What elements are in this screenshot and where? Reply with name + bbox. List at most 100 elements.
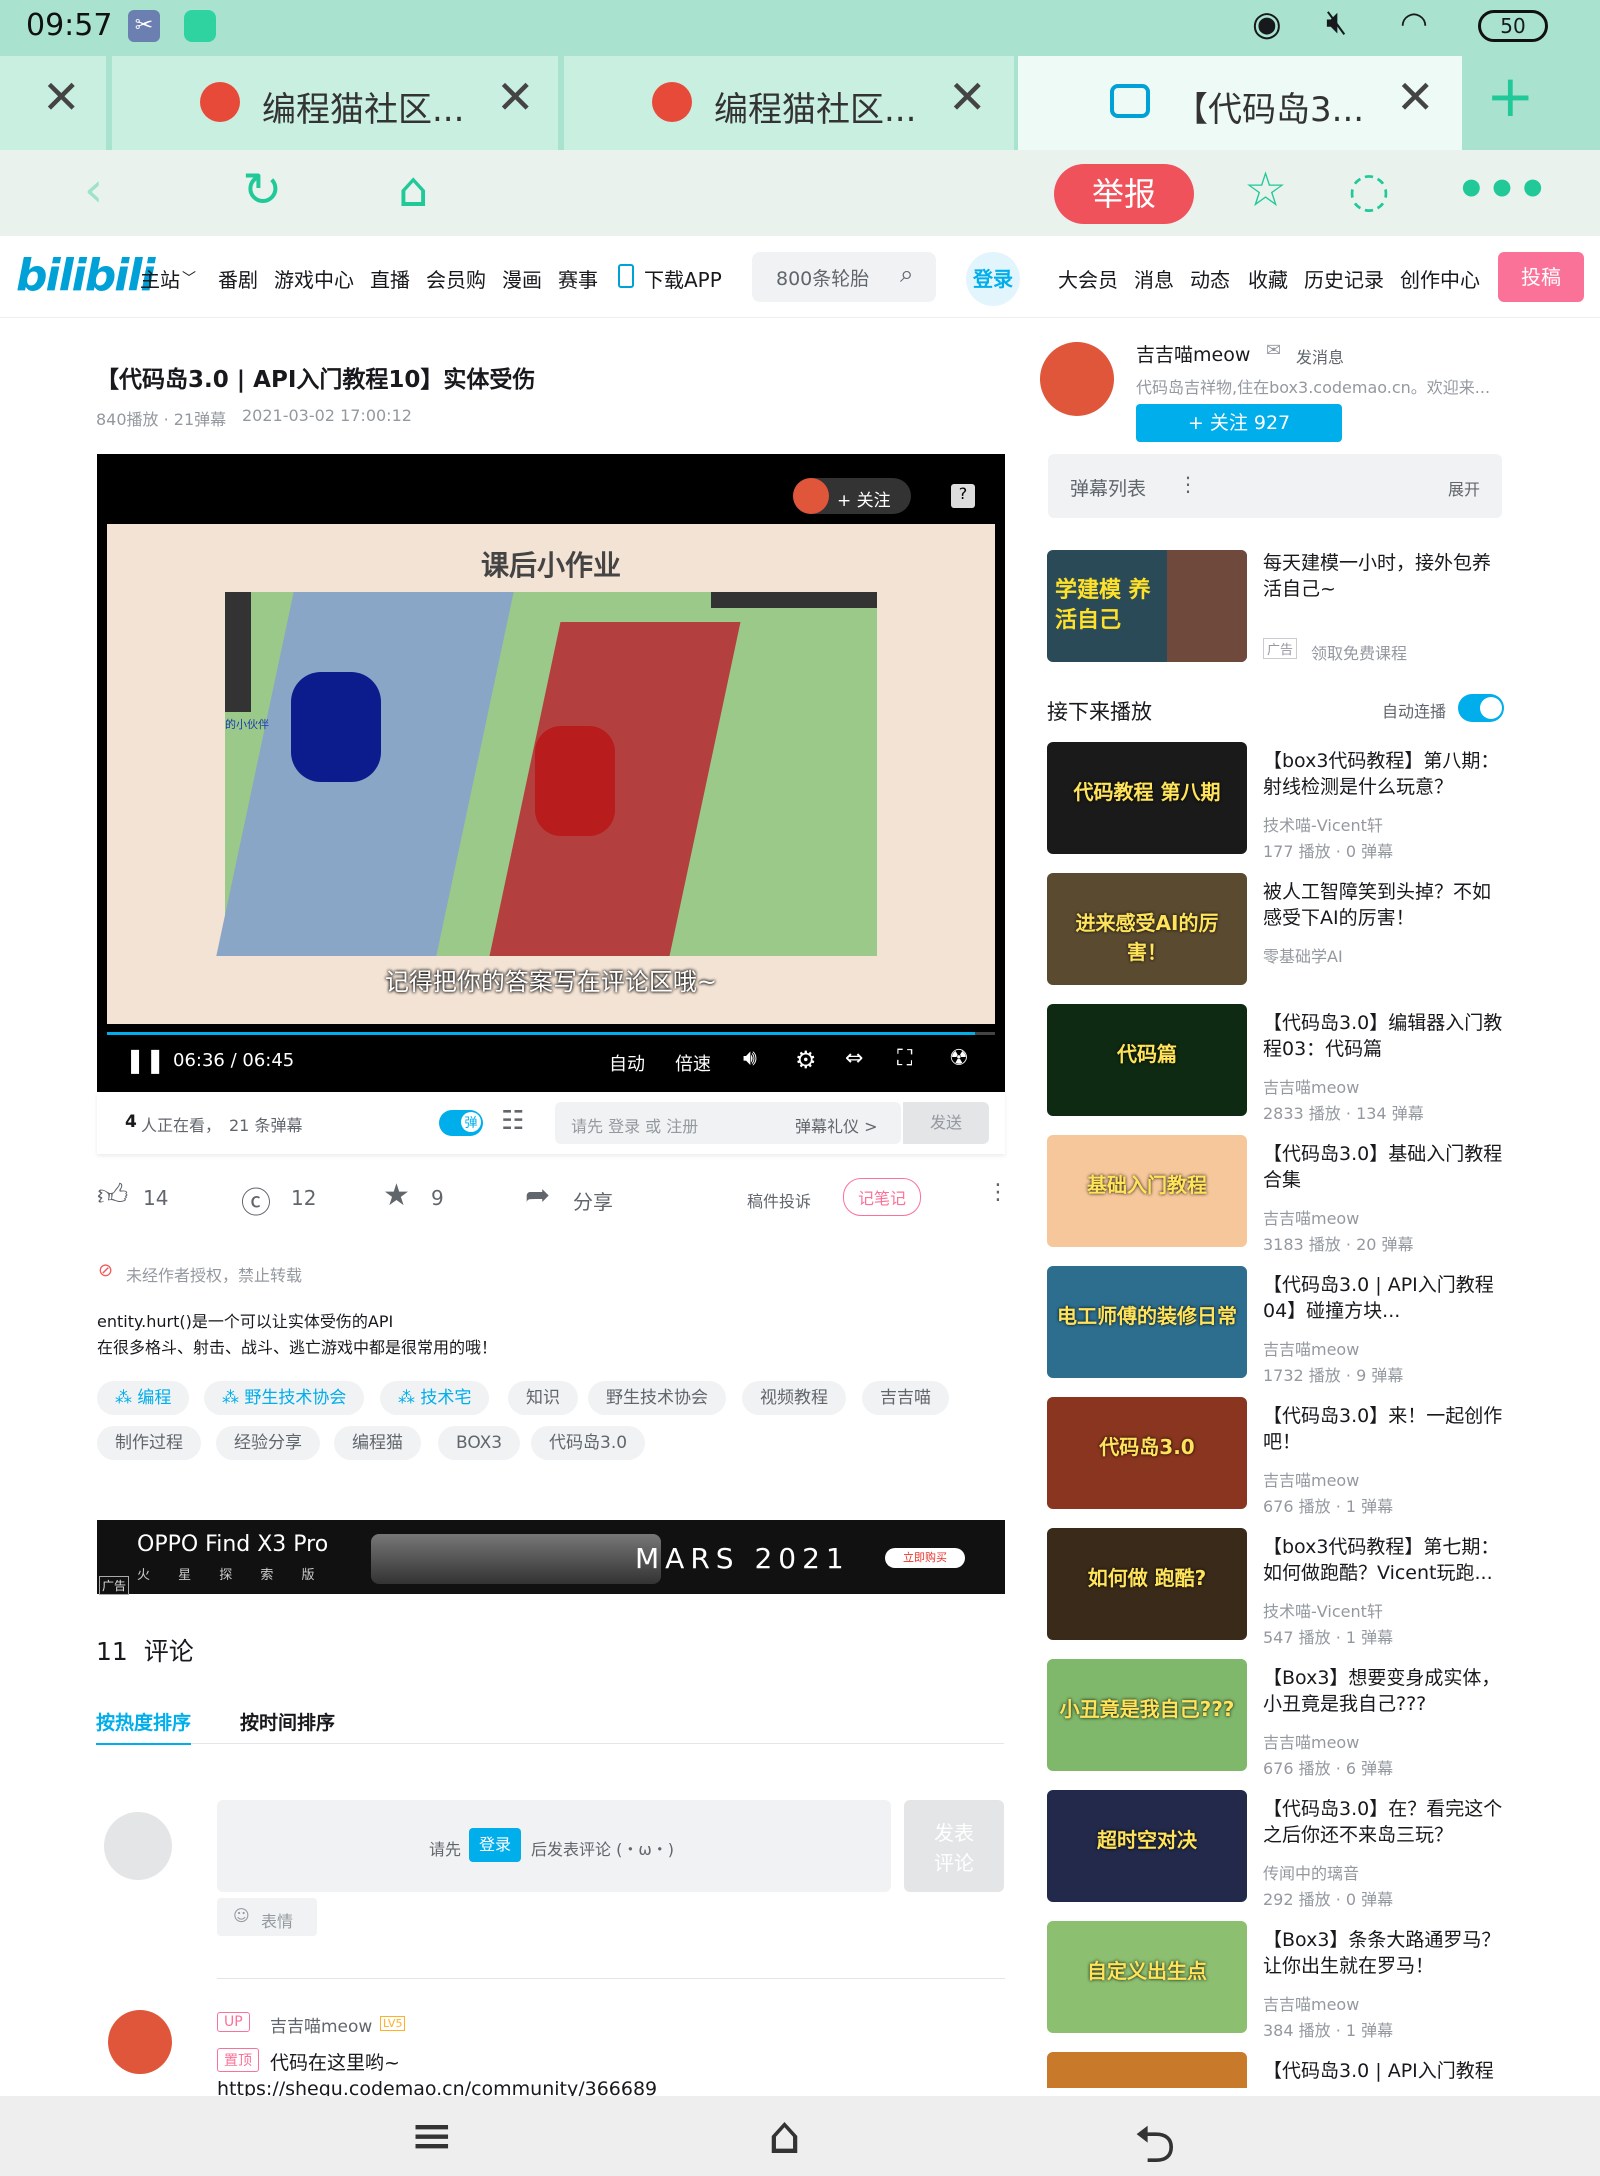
upload-button[interactable]: 投稿 (1498, 252, 1584, 302)
recommend-item[interactable]: 电工师傅的装修日常 【代码岛3.0 | API入门教程04】碰撞方块... 吉吉喵m… (1047, 1266, 1507, 1385)
volume-icon[interactable]: 🔊︎ (743, 1046, 757, 1071)
recommend-author[interactable]: 吉吉喵meow (1263, 1991, 1359, 2015)
pause-icon[interactable]: ❚❚ (125, 1046, 165, 1074)
tag-item[interactable]: ⁂ 编程 (97, 1381, 190, 1415)
player-follow-button[interactable]: + 关注 (793, 478, 911, 514)
search-input[interactable]: 800条轮胎 (776, 264, 869, 291)
nav-right-messages[interactable]: 消息 (1134, 264, 1174, 293)
new-tab-icon[interactable]: + (1486, 62, 1535, 130)
note-button[interactable]: 记笔记 (843, 1178, 922, 1216)
avatar[interactable] (108, 2010, 172, 2074)
danmaku-send-button[interactable]: 发送 (903, 1102, 989, 1144)
home-icon[interactable]: ⌂ (398, 162, 428, 218)
comment-input[interactable]: 请先 登录 后发表评论 (・ω・) (217, 1800, 891, 1892)
tab-codemao-2[interactable]: 编程猫社区... ✕ (564, 56, 1014, 150)
recommend-author[interactable]: 吉吉喵meow (1263, 1074, 1359, 1098)
more-icon[interactable]: ⋮ (1178, 472, 1198, 496)
web-fullscreen-icon[interactable]: ⛶ (897, 1046, 912, 1071)
home-icon[interactable]: ⌂ (768, 2106, 801, 2166)
more-icon[interactable]: ••• (1456, 162, 1548, 218)
recommend-author[interactable]: 吉吉喵meow (1263, 1467, 1359, 1491)
report-button[interactable]: 举报 (1054, 164, 1194, 224)
recommend-author[interactable]: 吉吉喵meow (1263, 1729, 1359, 1753)
recommend-author[interactable]: 零基础学AI (1263, 943, 1343, 967)
recommend-author[interactable]: 吉吉喵meow (1263, 1205, 1359, 1229)
nav-right-creator[interactable]: 创作中心 (1400, 264, 1480, 293)
ad-buy-button[interactable]: 立即购买 (885, 1548, 965, 1568)
tag-item[interactable]: ⁂ 野生技术协会 (204, 1381, 365, 1415)
tag-item[interactable]: 经验分享 (216, 1426, 320, 1460)
login-button[interactable]: 登录 (966, 252, 1020, 306)
back-icon[interactable]: ‹ (84, 162, 103, 218)
recommend-author[interactable]: 传闻中的璃音 (1263, 1860, 1359, 1884)
uploader-avatar[interactable] (1040, 342, 1114, 416)
nav-right-favorites[interactable]: 收藏 (1248, 264, 1288, 293)
nav-item-download[interactable]: 下载APP (644, 264, 722, 293)
recommend-item[interactable]: 代码教程 第八期 【box3代码教程】第八期：射线检测是什么玩意？ 技术喵-Vice… (1047, 742, 1507, 861)
tag-item[interactable]: 吉吉喵 (862, 1381, 949, 1415)
close-icon[interactable]: ✕ (496, 70, 535, 124)
sidebar-ad[interactable]: 学建模 养活自己 每天建模一小时，接外包养活自己~ 广告 领取免费课程 (1047, 550, 1507, 664)
nav-item-manga[interactable]: 漫画 (502, 264, 542, 293)
menu-icon[interactable]: ≡ (410, 2106, 454, 2166)
recommend-author[interactable]: 技术喵-Vicent轩 (1263, 812, 1383, 836)
nav-item-live[interactable]: 直播 (370, 264, 410, 293)
share-icon[interactable]: ➦ (525, 1178, 550, 1213)
recommend-item[interactable]: 代码岛3.0 【代码岛3.0】来！一起创作吧！ 吉吉喵meow 676 播放 · 1 … (1047, 1397, 1507, 1516)
share-label[interactable]: 分享 (573, 1186, 613, 1215)
uploader-name[interactable]: 吉吉喵meow (1136, 340, 1250, 367)
recommend-author[interactable]: 技术喵-Vicent轩 (1263, 1598, 1383, 1622)
tag-item[interactable]: 视频教程 (742, 1381, 846, 1415)
comment-author[interactable]: 吉吉喵meow (270, 2012, 372, 2037)
close-icon[interactable]: ✕ (948, 70, 987, 124)
tag-item[interactable]: BOX3 (438, 1426, 521, 1460)
like-icon[interactable]: 👍︎ (97, 1178, 128, 1214)
speed-button[interactable]: 倍速 (675, 1050, 711, 1076)
comment-icon[interactable]: ◌ (1348, 162, 1390, 218)
recommend-item[interactable]: 如何做 跑酷? 【box3代码教程】第七期：如何做跑酷？Vicent玩跑... 技术… (1047, 1528, 1507, 1647)
danmaku-settings-icon[interactable]: ☷ (501, 1106, 524, 1136)
nav-right-history[interactable]: 历史记录 (1304, 264, 1384, 293)
close-icon[interactable]: ✕ (1396, 70, 1435, 124)
quality-button[interactable]: 自动 (609, 1050, 645, 1076)
nav-right-vip[interactable]: 大会员 (1058, 264, 1118, 293)
search-box[interactable]: 800条轮胎 ⌕ (752, 252, 936, 302)
recommend-item[interactable]: 代码篇 【代码岛3.0】编辑器入门教程03：代码篇 吉吉喵meow 2833 播放 ·… (1047, 1004, 1507, 1123)
video-player[interactable]: + 关注 ? 课后小作业 的小伙伴 记得把你的答案写在评论区哦~ ❚❚ 06:3… (97, 454, 1005, 1092)
fullscreen-icon[interactable]: ☢ (949, 1046, 969, 1071)
emoji-button[interactable]: ☺ 表情 (217, 1898, 317, 1936)
help-icon[interactable]: ? (951, 484, 975, 508)
tag-item[interactable]: 制作过程 (97, 1426, 201, 1460)
back-icon[interactable]: ⮌ (1134, 2106, 1176, 2176)
tab-previous[interactable]: ✕ (0, 56, 106, 150)
danmaku-input[interactable]: 请先 登录 或 注册 弹幕礼仪 > (555, 1102, 901, 1144)
widescreen-icon[interactable]: ⇔ (845, 1046, 863, 1071)
complain-link[interactable]: 稿件投诉 (747, 1188, 811, 1212)
tab-bilibili[interactable]: 【代码岛3... ✕ (1018, 56, 1462, 150)
tag-item[interactable]: 代码岛3.0 (531, 1426, 646, 1460)
autoplay-toggle[interactable] (1458, 694, 1504, 722)
send-message-link[interactable]: 发消息 (1296, 344, 1344, 368)
coin-icon[interactable]: ⓒ (241, 1178, 271, 1222)
comment-login-button[interactable]: 登录 (469, 1828, 522, 1862)
favorite-icon[interactable]: ★ (383, 1178, 410, 1213)
sort-hot-tab[interactable]: 按热度排序 (96, 1708, 192, 1745)
settings-icon[interactable]: ⚙ (795, 1046, 817, 1074)
recommend-item[interactable]: 进来感受AI的厉害！ 被人工智障笑到头掉？不如感受下AI的厉害！ 零基础学AI (1047, 873, 1507, 987)
bilibili-logo[interactable]: bilibili (16, 250, 155, 301)
danmaku-toggle[interactable]: 弹 (439, 1110, 483, 1136)
recommend-author[interactable]: 吉吉喵meow (1263, 1336, 1359, 1360)
star-icon[interactable]: ☆ (1244, 162, 1287, 218)
close-icon[interactable]: ✕ (42, 70, 81, 124)
mail-icon[interactable]: ✉ (1266, 340, 1281, 361)
comment-send-button[interactable]: 发表 评论 (904, 1800, 1004, 1892)
refresh-icon[interactable]: ↻ (242, 162, 282, 218)
tab-codemao-1[interactable]: 编程猫社区... ✕ (112, 56, 558, 150)
nav-item-main[interactable]: 主站 (140, 264, 180, 293)
tag-item[interactable]: 编程猫 (334, 1426, 421, 1460)
tag-item[interactable]: ⁂ 技术宅 (380, 1381, 490, 1415)
search-icon[interactable]: ⌕ (900, 260, 913, 288)
ad-banner[interactable]: OPPO Find X3 Pro 火 星 探 索 版 MARS 2021 立即购… (97, 1520, 1005, 1595)
sort-time-tab[interactable]: 按时间排序 (240, 1708, 335, 1735)
tag-item[interactable]: 知识 (508, 1381, 578, 1415)
